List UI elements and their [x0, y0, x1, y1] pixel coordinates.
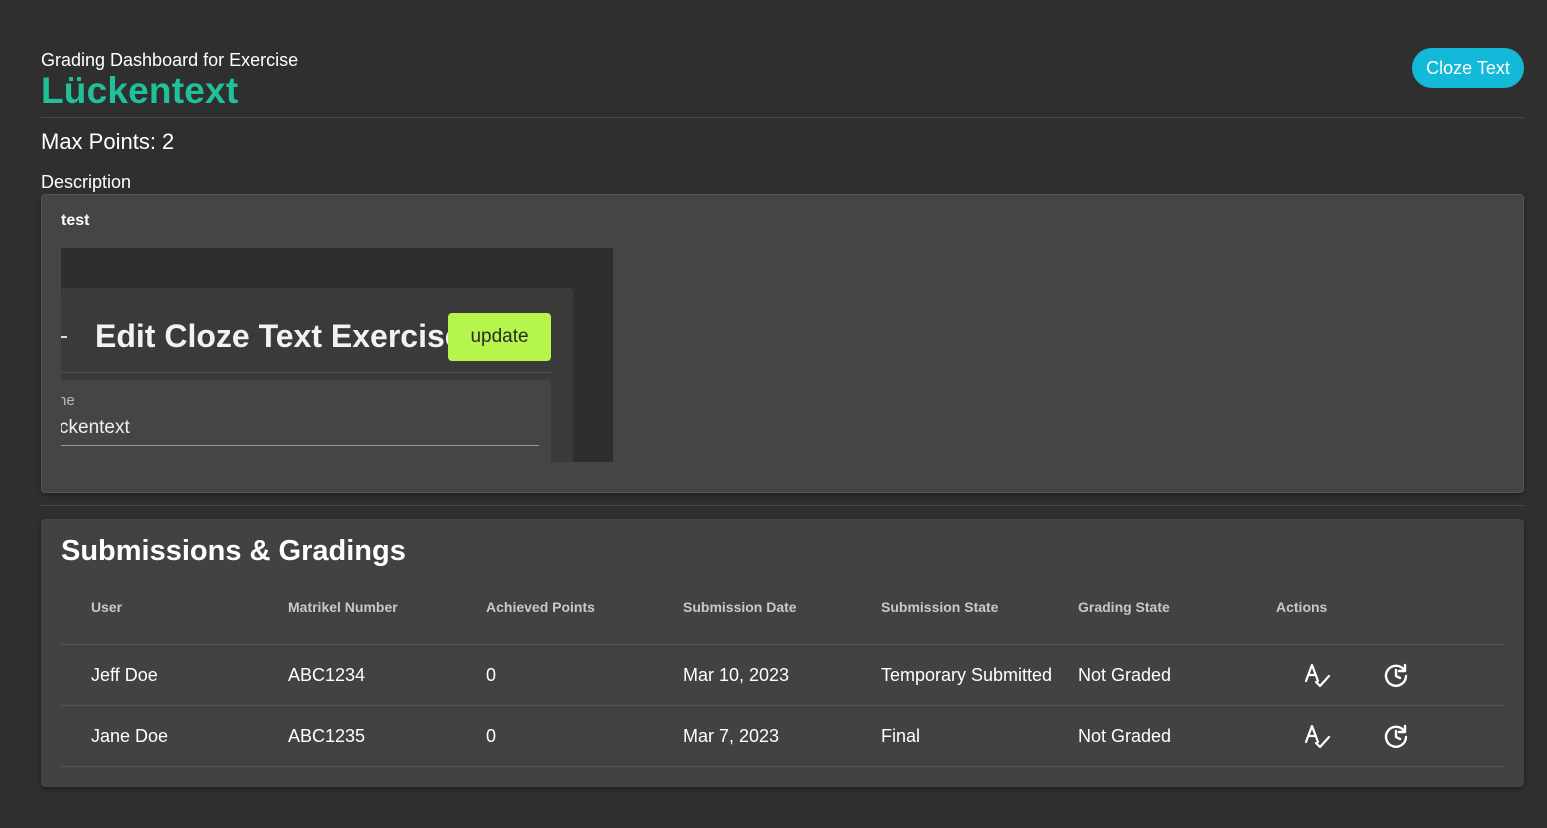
- cell-user: Jane Doe: [91, 726, 169, 746]
- cell-points: 0: [486, 665, 497, 685]
- cell-points: 0: [486, 726, 497, 746]
- cell-date: Mar 10, 2023: [683, 665, 790, 685]
- description-image: Edit Cloze Text Exercise update ne ckent…: [61, 248, 613, 462]
- column-header-user[interactable]: User: [91, 599, 122, 615]
- spellcheck-icon[interactable]: [1302, 721, 1332, 751]
- cell-submission-state: Final: [881, 726, 921, 746]
- table-row[interactable]: Jane Doe ABC1235 0 Mar 7, 2023 Final Not…: [61, 706, 1504, 767]
- image-field-label: ne: [61, 392, 75, 409]
- max-points-value: 2: [161, 129, 175, 154]
- history-icon[interactable]: [1381, 721, 1411, 751]
- image-panel: Edit Cloze Text Exercise update ne ckent…: [61, 288, 573, 462]
- cell-user: Jeff Doe: [91, 665, 158, 685]
- image-heading: Edit Cloze Text Exercise: [95, 318, 463, 354]
- max-points-label: Max Points:: [41, 129, 156, 154]
- spellcheck-icon[interactable]: [1302, 660, 1332, 690]
- section-divider: [41, 505, 1524, 506]
- cell-matrikel: ABC1234: [288, 665, 366, 685]
- image-field-value: ckentext: [61, 417, 130, 438]
- cell-submission-state: Temporary Submitted: [881, 665, 1053, 685]
- image-separator: [61, 372, 551, 373]
- page-title: Lückentext: [41, 70, 239, 111]
- max-points: Max Points: 2: [41, 129, 174, 155]
- history-icon[interactable]: [1381, 660, 1411, 690]
- exercise-type-chip[interactable]: Cloze Text: [1412, 48, 1524, 88]
- image-dash: [61, 336, 67, 338]
- image-update-button: update: [448, 313, 551, 361]
- cell-grading-state: Not Graded: [1078, 726, 1172, 746]
- description-text: test: [61, 212, 90, 229]
- description-label: Description: [41, 172, 132, 192]
- column-header-date[interactable]: Submission Date: [683, 599, 797, 615]
- column-header-grading-state[interactable]: Grading State: [1078, 599, 1170, 615]
- image-field-underline: [61, 445, 539, 446]
- column-header-actions: Actions: [1276, 599, 1328, 615]
- column-header-points[interactable]: Achieved Points: [486, 599, 595, 615]
- page-subtitle: Grading Dashboard for Exercise: [41, 50, 299, 70]
- cell-grading-state: Not Graded: [1078, 665, 1172, 685]
- column-header-submission-state[interactable]: Submission State: [881, 599, 998, 615]
- submissions-card: Submissions & Gradings User Matrikel Num…: [41, 519, 1524, 787]
- cell-matrikel: ABC1235: [288, 726, 366, 746]
- column-header-matrikel[interactable]: Matrikel Number: [288, 599, 398, 615]
- header-divider: [41, 117, 1524, 118]
- description-card: test Edit Cloze Text Exercise update ne …: [41, 194, 1524, 493]
- image-field: ne ckentext: [61, 380, 551, 462]
- cell-date: Mar 7, 2023: [683, 726, 780, 746]
- submissions-title: Submissions & Gradings: [61, 535, 406, 567]
- submissions-table: User Matrikel Number Achieved Points Sub…: [61, 583, 1504, 767]
- table-header: User Matrikel Number Achieved Points Sub…: [61, 583, 1504, 645]
- table-row[interactable]: Jeff Doe ABC1234 0 Mar 10, 2023 Temporar…: [61, 645, 1504, 706]
